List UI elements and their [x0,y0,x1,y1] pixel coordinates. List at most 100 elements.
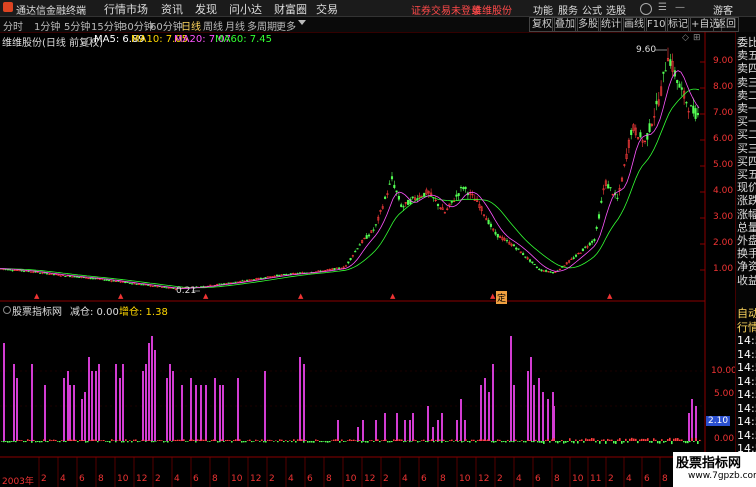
watermark-title: 股票指标网 [676,456,742,471]
quote-field-label: 现价 [737,181,756,195]
candle-body [246,279,249,281]
xtick-label: 8 [326,474,332,484]
indicator-bar [513,385,515,441]
indicator-base-bar [293,439,295,441]
indicator-base-bar [381,440,383,441]
candle-body [335,267,338,269]
signal-mark: ▲ [298,292,304,300]
indicator-base-bar [627,441,629,443]
indicator-base-bar [639,439,641,441]
indicator-base-bar [49,439,51,441]
indicator-base-bar [693,441,695,443]
indicator-base-bar [197,439,199,441]
indicator-bar [510,336,512,441]
indicator-base-bar [419,441,421,442]
indicator-base-bar [409,441,411,443]
indicator-base-bar [45,441,47,442]
indicator-bar [427,406,429,441]
indicator-base-bar [239,439,241,441]
indicator-base-bar [593,438,595,441]
indicator-base-bar [151,441,153,443]
xtick-label: 2 [269,474,275,484]
indicator-base-bar [29,439,31,441]
candle-body [545,270,548,272]
indicator-base-bar [471,439,473,441]
indicator-base-bar [431,439,433,441]
ind-ytick-5: 5.00 [714,389,735,399]
indicator-bar [151,336,153,441]
indicator-base-bar [207,441,209,442]
indicator-base-bar [595,441,597,443]
candle-body [135,283,138,285]
main-ytick: 4.00 [713,186,734,196]
indicator-base-bar [485,440,487,441]
indicator-base-bar [149,440,151,441]
candle-body [457,193,460,196]
candle-body [259,277,262,279]
indicator-base-bar [543,441,545,444]
candle-body [275,274,279,277]
indicator-bar [464,420,466,441]
indicator-base-bar [275,440,277,441]
indicator-bar [396,413,398,441]
indicator-base-bar [555,441,557,443]
moving-average-line [0,70,700,289]
indicator-bar [441,413,443,441]
indicator-base-bar [341,439,343,441]
indicator-base-bar [333,439,335,441]
indicator-base-bar [677,438,679,441]
indicator-base-bar [223,441,225,442]
candle-body [455,194,458,197]
xtick-label: 6 [421,474,427,484]
indicator-base-bar [13,441,15,442]
main-ytick: 5.00 [713,160,734,170]
indicator-gear-icon[interactable] [3,306,11,314]
indicator-base-bar [517,441,519,442]
indicator-base-bar [613,441,615,444]
indicator-base-bar [533,441,535,443]
indicator-base-bar [297,439,299,441]
candle-body [680,87,683,90]
indicator-base-bar [539,441,541,443]
indicator-base-bar [443,439,445,441]
indicator-bar [84,392,86,441]
xtick-label: 8 [554,474,560,484]
indicator-base-bar [53,439,55,441]
candle-body [151,285,154,287]
candle-body [384,196,387,199]
candle-body [147,284,150,286]
indicator-base-bar [491,441,493,443]
indicator-base-bar [221,439,223,441]
ind-ytick-0: 0.00 [714,434,735,444]
quote-side-panel: 委比 卖五 卖四 卖三 卖二 卖一 买一 买二 买三 买四 买五 现价 涨跌 涨幅 总量 外盘 换手 净资 收益 自动… [735,32,756,487]
indicator-base-bar [385,439,387,441]
kline-chart[interactable]: ▲ ▲ ▲ ▲ ▲ ▲ ▲ [0,0,756,487]
indicator-base-bar [679,439,681,441]
indicator-base-bar [355,440,357,441]
candle-body [584,246,587,248]
indicator-base-bar [97,441,99,443]
indicator-base-bar [249,439,251,441]
indicator-base-bar [311,441,313,443]
candle-body [588,242,591,246]
candle-body [105,279,108,281]
candle-body [676,80,679,84]
indicator-base-bar [581,439,583,441]
indicator-base-bar [389,441,391,443]
candle-body [338,267,341,269]
indicator-base-bar [303,441,305,443]
indicator-base-bar [473,439,475,441]
indicator-base-bar [177,439,179,441]
candle-body [459,187,463,189]
indicator-base-bar [561,439,563,441]
indicator-base-bar [641,438,643,441]
indicator-base-bar [199,439,201,441]
candle-body [512,244,515,247]
indicator-base-bar [271,440,273,441]
indicator-base-bar [541,441,543,443]
indicator-base-bar [437,441,439,442]
indicator-base-bar [565,441,567,443]
indicator-base-bar [217,441,219,443]
indicator-base-bar [421,440,423,441]
quote-field-label: 总量 [737,220,756,234]
